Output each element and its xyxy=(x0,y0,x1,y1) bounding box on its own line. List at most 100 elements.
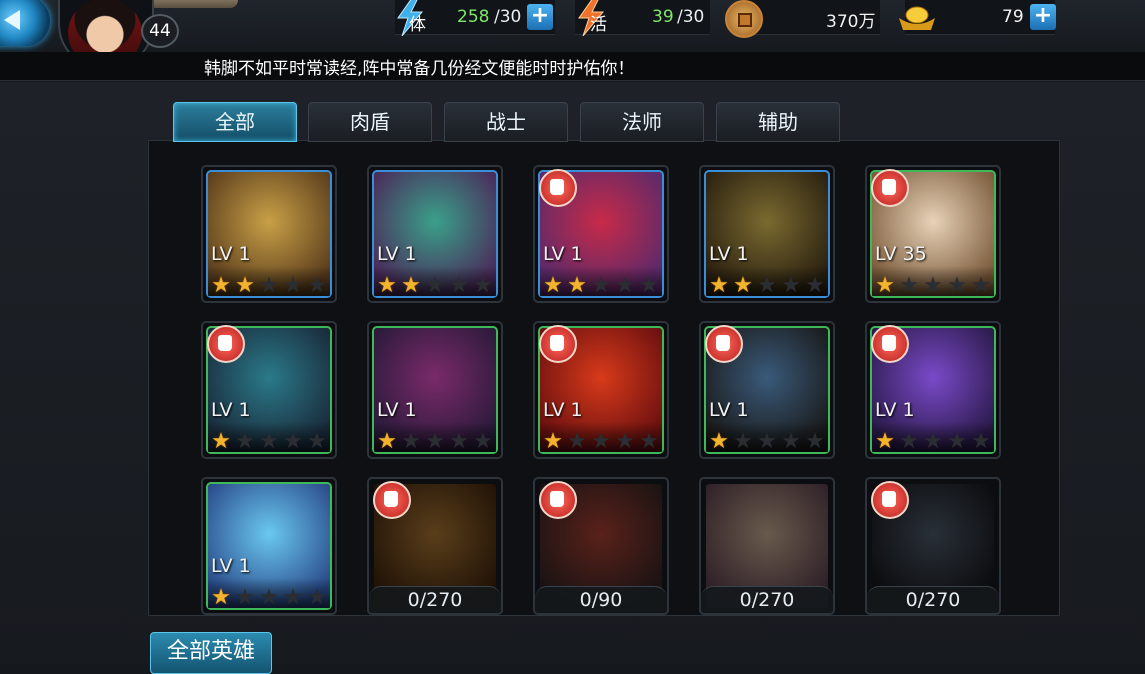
armor-badge-icon xyxy=(871,169,909,207)
notice-text: 韩脚不如平时常读经,阵中常备几份经文便能时时护佑你！ xyxy=(204,59,635,79)
hero-fragment-card[interactable]: 0/270 xyxy=(699,477,835,615)
player-level: 44 xyxy=(141,14,179,48)
star-icon: ★ xyxy=(923,273,943,298)
tab-warrior[interactable]: 战士 xyxy=(444,102,568,142)
star-icon: ★ xyxy=(875,273,895,298)
star-icon: ★ xyxy=(567,429,587,454)
fragment-count: 0/270 xyxy=(369,586,501,613)
star-icon: ★ xyxy=(639,273,659,298)
hero-stars: ★ ★ ★ ★ ★ xyxy=(375,431,495,453)
star-icon: ★ xyxy=(923,429,943,454)
hero-level: LV 1 xyxy=(543,399,583,421)
star-icon: ★ xyxy=(947,429,967,454)
hero-card[interactable]: LV 1 ★ ★ ★ ★ ★ xyxy=(533,165,669,303)
hero-fragment-card[interactable]: 0/270 xyxy=(865,477,1001,615)
star-icon: ★ xyxy=(899,273,919,298)
hero-card[interactable]: LV 1 ★ ★ ★ ★ ★ xyxy=(367,321,503,459)
star-icon: ★ xyxy=(211,585,231,610)
hero-fragment-card[interactable]: 0/270 xyxy=(367,477,503,615)
star-icon: ★ xyxy=(757,273,777,298)
hero-stars: ★ ★ ★ ★ ★ xyxy=(873,275,993,297)
hero-stars: ★ ★ ★ ★ ★ xyxy=(209,587,329,609)
star-icon: ★ xyxy=(805,273,825,298)
all-heroes-button[interactable]: 全部英雄 xyxy=(150,632,272,674)
notice-strip: 韩脚不如平时常读经,阵中常备几份经文便能时时护佑你！ xyxy=(0,52,1145,81)
star-icon: ★ xyxy=(259,585,279,610)
fragment-count: 0/270 xyxy=(701,586,833,613)
tab-support[interactable]: 辅助 xyxy=(716,102,840,142)
star-icon: ★ xyxy=(307,429,327,454)
hero-card[interactable]: LV 1 ★ ★ ★ ★ ★ xyxy=(533,321,669,459)
star-icon: ★ xyxy=(377,429,397,454)
hero-card[interactable]: LV 1 ★ ★ ★ ★ ★ xyxy=(865,321,1001,459)
hero-fragment-card[interactable]: 0/90 xyxy=(533,477,669,615)
hero-card[interactable]: LV 1 ★ ★ ★ ★ ★ xyxy=(201,321,337,459)
hero-stars: ★ ★ ★ ★ ★ xyxy=(209,431,329,453)
star-icon: ★ xyxy=(591,273,611,298)
star-icon: ★ xyxy=(473,429,493,454)
add-ingots-button[interactable]: + xyxy=(1030,4,1056,30)
star-icon: ★ xyxy=(899,429,919,454)
star-icon: ★ xyxy=(211,429,231,454)
star-icon: ★ xyxy=(307,273,327,298)
star-icon: ★ xyxy=(283,429,303,454)
hero-level: LV 1 xyxy=(211,555,251,577)
star-icon: ★ xyxy=(307,585,327,610)
armor-badge-icon xyxy=(871,481,909,519)
add-stamina-button[interactable]: + xyxy=(527,4,553,30)
back-arrow-icon[interactable] xyxy=(0,0,50,46)
star-icon: ★ xyxy=(543,273,563,298)
star-icon: ★ xyxy=(377,273,397,298)
tab-mage[interactable]: 法师 xyxy=(580,102,704,142)
star-icon: ★ xyxy=(805,429,825,454)
hero-stars: ★ ★ ★ ★ ★ xyxy=(707,275,827,297)
hero-card[interactable]: LV 1 ★ ★ ★ ★ ★ xyxy=(201,165,337,303)
star-icon: ★ xyxy=(567,273,587,298)
star-icon: ★ xyxy=(259,429,279,454)
armor-badge-icon xyxy=(207,325,245,363)
tab-all[interactable]: 全部 xyxy=(173,102,297,142)
star-icon: ★ xyxy=(781,429,801,454)
star-icon: ★ xyxy=(615,273,635,298)
star-icon: ★ xyxy=(971,273,991,298)
hero-card[interactable]: LV 1 ★ ★ ★ ★ ★ xyxy=(699,165,835,303)
star-icon: ★ xyxy=(283,273,303,298)
hero-card[interactable]: LV 1 ★ ★ ★ ★ ★ xyxy=(699,321,835,459)
coins-value: 370万 xyxy=(826,12,876,32)
star-icon: ★ xyxy=(947,273,967,298)
star-icon: ★ xyxy=(235,429,255,454)
hero-card[interactable]: LV 1 ★ ★ ★ ★ ★ xyxy=(201,477,337,615)
gold-ingot-icon xyxy=(899,6,935,30)
star-icon: ★ xyxy=(259,273,279,298)
armor-badge-icon xyxy=(539,325,577,363)
hero-level: LV 1 xyxy=(875,399,915,421)
hero-stars: ★ ★ ★ ★ ★ xyxy=(375,275,495,297)
stamina-label: 体 xyxy=(409,15,426,35)
hero-level: LV 1 xyxy=(211,399,251,421)
ingots-value: 79 xyxy=(1002,7,1024,27)
star-icon: ★ xyxy=(211,273,231,298)
armor-badge-icon xyxy=(539,169,577,207)
hero-card[interactable]: LV 1 ★ ★ ★ ★ ★ xyxy=(367,165,503,303)
hero-level: LV 1 xyxy=(543,243,583,265)
star-icon: ★ xyxy=(543,429,563,454)
armor-badge-icon xyxy=(539,481,577,519)
star-icon: ★ xyxy=(709,429,729,454)
coin-icon xyxy=(725,0,763,38)
star-icon: ★ xyxy=(425,273,445,298)
star-icon: ★ xyxy=(449,273,469,298)
tab-tank[interactable]: 肉盾 xyxy=(308,102,432,142)
armor-badge-icon xyxy=(705,325,743,363)
hero-card[interactable]: LV 35 ★ ★ ★ ★ ★ xyxy=(865,165,1001,303)
star-icon: ★ xyxy=(733,429,753,454)
hero-level: LV 1 xyxy=(377,243,417,265)
fragment-count: 0/270 xyxy=(867,586,999,613)
energy-value: 39 xyxy=(652,7,674,27)
stamina-max: /30 xyxy=(494,7,522,27)
hero-stars: ★ ★ ★ ★ ★ xyxy=(209,275,329,297)
hero-level: LV 1 xyxy=(377,399,417,421)
star-icon: ★ xyxy=(733,273,753,298)
hero-level: LV 1 xyxy=(709,243,749,265)
hero-stars: ★ ★ ★ ★ ★ xyxy=(873,431,993,453)
fragment-count: 0/90 xyxy=(535,586,667,613)
